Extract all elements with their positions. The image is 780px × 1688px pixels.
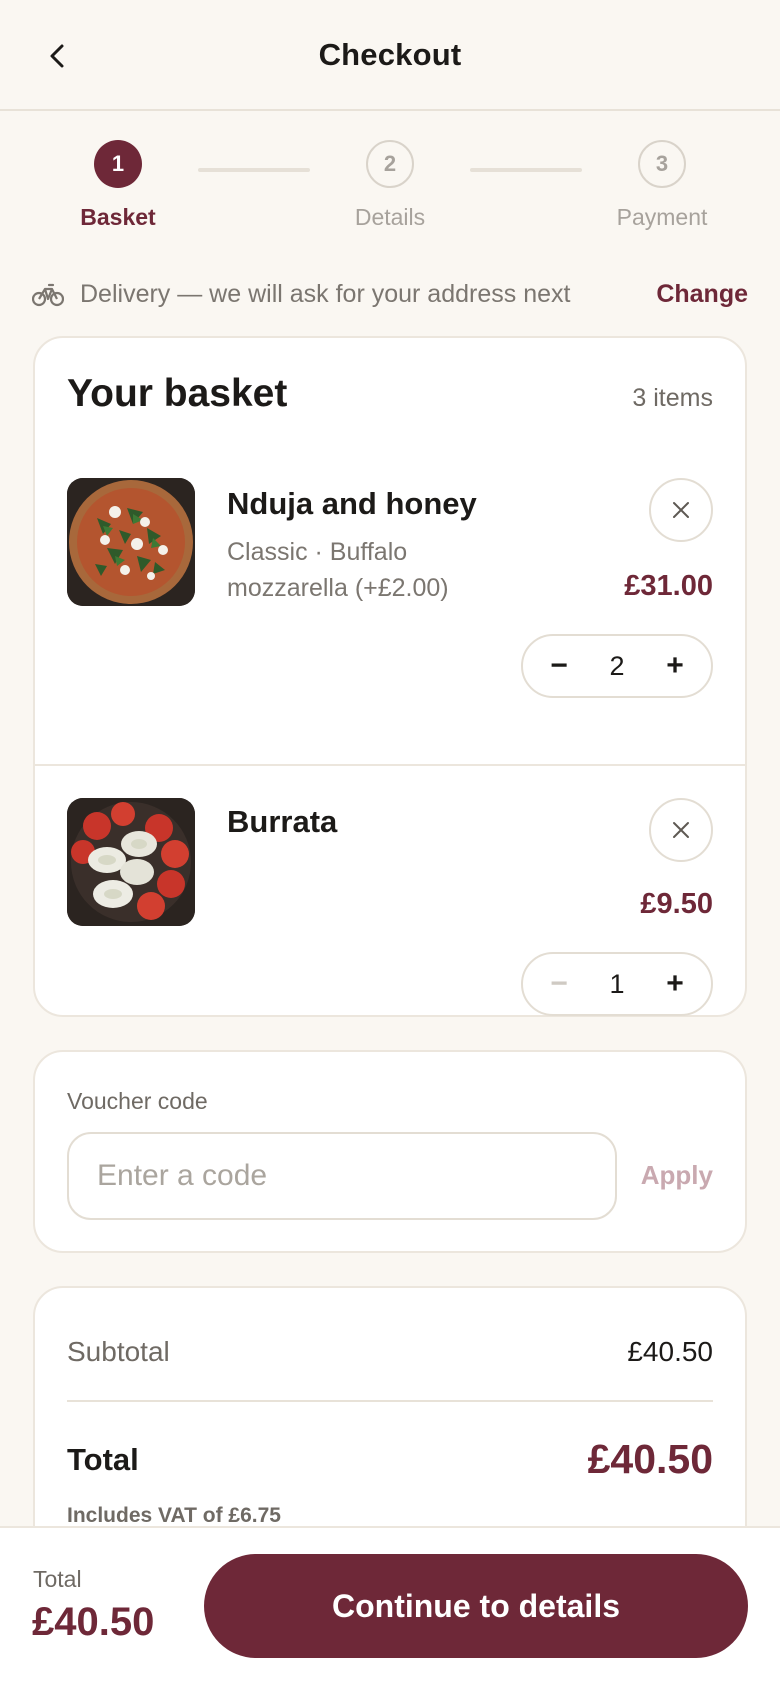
item-price: £9.50 xyxy=(640,888,713,920)
step-label: Details xyxy=(354,204,426,230)
basket-card: Your basket 3 items Nduja and honey Clas… xyxy=(33,336,747,1017)
footer-total-label: Total xyxy=(33,1566,82,1592)
remove-item-button[interactable] xyxy=(649,798,713,862)
step-label: Basket xyxy=(80,204,156,230)
footer-total-value: £40.50 xyxy=(32,1600,155,1644)
decrease-quantity-button[interactable]: − xyxy=(541,966,577,1002)
voucher-card: Voucher code Apply xyxy=(33,1050,747,1253)
basket-item-count: 3 items xyxy=(632,384,713,412)
apply-voucher-button[interactable]: Apply xyxy=(641,1160,713,1191)
item-price: £31.00 xyxy=(624,570,713,602)
quantity-value: 2 xyxy=(609,650,625,681)
quantity-stepper: − 1 + xyxy=(521,952,713,1016)
chevron-left-icon xyxy=(50,44,64,68)
voucher-code-input[interactable] xyxy=(67,1132,617,1220)
step-connector xyxy=(198,168,310,172)
step-number: 1 xyxy=(94,140,142,188)
step-details: 2 Details xyxy=(310,140,470,231)
increase-quantity-button[interactable]: + xyxy=(657,648,693,684)
delivery-bar: Delivery — we will ask for your address … xyxy=(32,272,748,316)
step-basket: 1 Basket xyxy=(38,140,198,231)
basket-item: Nduja and honey Classic · Buffalo mozzar… xyxy=(35,478,745,764)
close-icon xyxy=(673,502,689,518)
vat-note: Includes VAT of £6.75 xyxy=(67,1504,281,1527)
bicycle-icon xyxy=(32,283,64,307)
item-name: Burrata xyxy=(227,804,338,839)
close-icon xyxy=(673,822,689,838)
total-value: £40.50 xyxy=(587,1436,713,1482)
step-label: Payment xyxy=(616,204,708,230)
pizza-photo xyxy=(67,478,195,606)
burrata-photo xyxy=(67,798,195,926)
item-name: Nduja and honey xyxy=(227,486,477,521)
quantity-value: 1 xyxy=(609,968,625,999)
subtotal-label: Subtotal xyxy=(67,1336,170,1367)
step-number: 3 xyxy=(638,140,686,188)
total-row: Total £40.50 xyxy=(67,1436,713,1483)
step-number: 2 xyxy=(366,140,414,188)
decrease-quantity-button[interactable]: − xyxy=(541,648,577,684)
remove-item-button[interactable] xyxy=(649,478,713,542)
continue-to-details-button[interactable]: Continue to details xyxy=(204,1554,748,1658)
increase-quantity-button[interactable]: + xyxy=(657,966,693,1002)
basket-title: Your basket xyxy=(67,372,288,415)
basket-item: Burrata £9.50 − 1 + xyxy=(35,764,745,1050)
total-label: Total xyxy=(67,1441,139,1477)
divider xyxy=(67,1400,713,1402)
subtotal-value: £40.50 xyxy=(627,1336,713,1367)
checkout-footer: Total £40.50 Continue to details xyxy=(0,1526,780,1688)
change-delivery-link[interactable]: Change xyxy=(656,280,748,309)
page-title: Checkout xyxy=(318,36,462,72)
voucher-label: Voucher code xyxy=(67,1088,208,1114)
subtotal-row: Subtotal £40.50 xyxy=(67,1336,713,1368)
step-connector xyxy=(470,168,582,172)
delivery-text: Delivery — we will ask for your address … xyxy=(80,279,571,308)
quantity-stepper: − 2 + xyxy=(521,634,713,698)
checkout-page: Checkout 1 Basket 2 Details 3 Payment De… xyxy=(0,0,780,1688)
checkout-stepper: 1 Basket 2 Details 3 Payment xyxy=(0,140,780,240)
step-payment: 3 Payment xyxy=(582,140,742,231)
back-button[interactable] xyxy=(36,34,80,78)
item-options: Classic · Buffalo mozzarella (+£2.00) xyxy=(227,538,449,602)
header: Checkout xyxy=(0,0,780,111)
